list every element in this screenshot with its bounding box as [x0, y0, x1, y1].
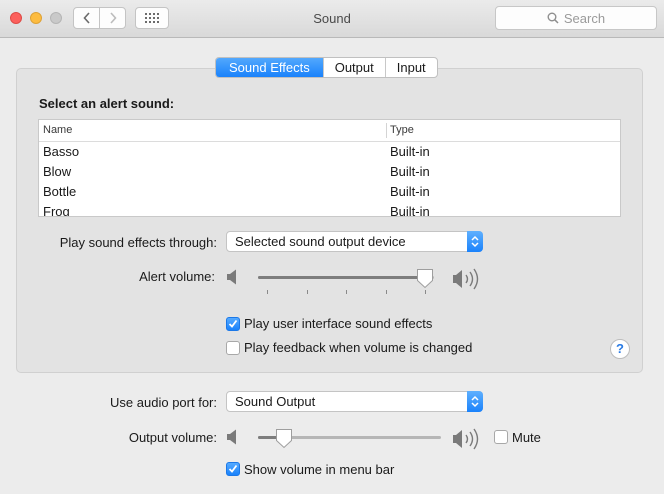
checkmark-icon [228, 319, 238, 328]
mute-label[interactable]: Mute [512, 430, 541, 445]
sound-type: Built-in [390, 164, 430, 179]
column-header-type[interactable]: Type [390, 124, 414, 136]
tab-sound-effects[interactable]: Sound Effects [216, 58, 323, 77]
output-volume-slider[interactable] [258, 428, 441, 450]
table-row[interactable]: Frog Built-in [39, 202, 620, 217]
question-icon: ? [616, 341, 624, 356]
speaker-high-icon [453, 268, 479, 290]
speaker-high-icon [453, 428, 479, 450]
sound-name: Basso [43, 144, 80, 159]
updown-arrows-icon [467, 391, 483, 412]
sound-name: Blow [43, 164, 72, 179]
sound-type: Built-in [390, 144, 430, 159]
play-through-popup[interactable]: Selected sound output device [226, 231, 483, 252]
sound-name: Frog [43, 204, 70, 217]
table-row[interactable]: Basso Built-in [39, 142, 620, 162]
slider-fill [258, 276, 425, 279]
help-button[interactable]: ? [610, 339, 630, 359]
table-row[interactable]: Blow Built-in [39, 162, 620, 182]
ui-sound-effects-label[interactable]: Play user interface sound effects [244, 316, 432, 331]
updown-arrows-icon [467, 231, 483, 252]
sound-type: Built-in [390, 204, 430, 217]
slider-knob[interactable] [275, 428, 293, 449]
speaker-low-icon [227, 269, 236, 285]
tab-input[interactable]: Input [384, 58, 437, 77]
speaker-low-icon [227, 429, 236, 445]
volume-feedback-label[interactable]: Play feedback when volume is changed [244, 340, 472, 355]
slider-tick [346, 290, 347, 294]
volume-feedback-checkbox[interactable] [226, 341, 240, 355]
table-row[interactable]: Bottle Built-in [39, 182, 620, 202]
alert-volume-slider[interactable] [258, 268, 434, 298]
search-field[interactable]: Search [495, 6, 657, 30]
sound-name: Bottle [43, 184, 77, 199]
show-volume-label[interactable]: Show volume in menu bar [244, 462, 394, 477]
column-divider [386, 123, 387, 138]
play-through-value: Selected sound output device [235, 234, 406, 249]
audio-port-value: Sound Output [235, 394, 316, 409]
search-placeholder: Search [563, 10, 606, 26]
column-header-name[interactable]: Name [43, 124, 72, 136]
mute-checkbox[interactable] [494, 430, 508, 444]
slider-tick [306, 290, 308, 294]
slider-tick [425, 290, 426, 294]
alert-sound-table[interactable]: Name Type Basso Built-in Blow Built-in B… [38, 119, 621, 217]
slider-tick [267, 290, 268, 294]
title-bar: Sound Search [0, 0, 664, 38]
table-header: Name Type [39, 120, 620, 142]
show-volume-checkbox[interactable] [226, 462, 240, 476]
tab-bar: Sound Effects Output Input [215, 57, 438, 78]
play-through-label: Play sound effects through: [59, 235, 217, 250]
checkmark-icon [228, 464, 238, 473]
sound-type: Built-in [390, 184, 430, 199]
alert-sound-heading: Select an alert sound: [39, 96, 175, 111]
slider-tick [385, 290, 387, 294]
audio-port-label: Use audio port for: [110, 395, 217, 410]
search-icon [547, 12, 559, 24]
output-volume-label: Output volume: [128, 430, 217, 445]
ui-sound-effects-checkbox[interactable] [226, 317, 240, 331]
alert-volume-label: Alert volume: [139, 269, 215, 284]
slider-knob[interactable] [416, 268, 434, 289]
audio-port-popup[interactable]: Sound Output [226, 391, 483, 412]
tab-output[interactable]: Output [322, 58, 385, 77]
